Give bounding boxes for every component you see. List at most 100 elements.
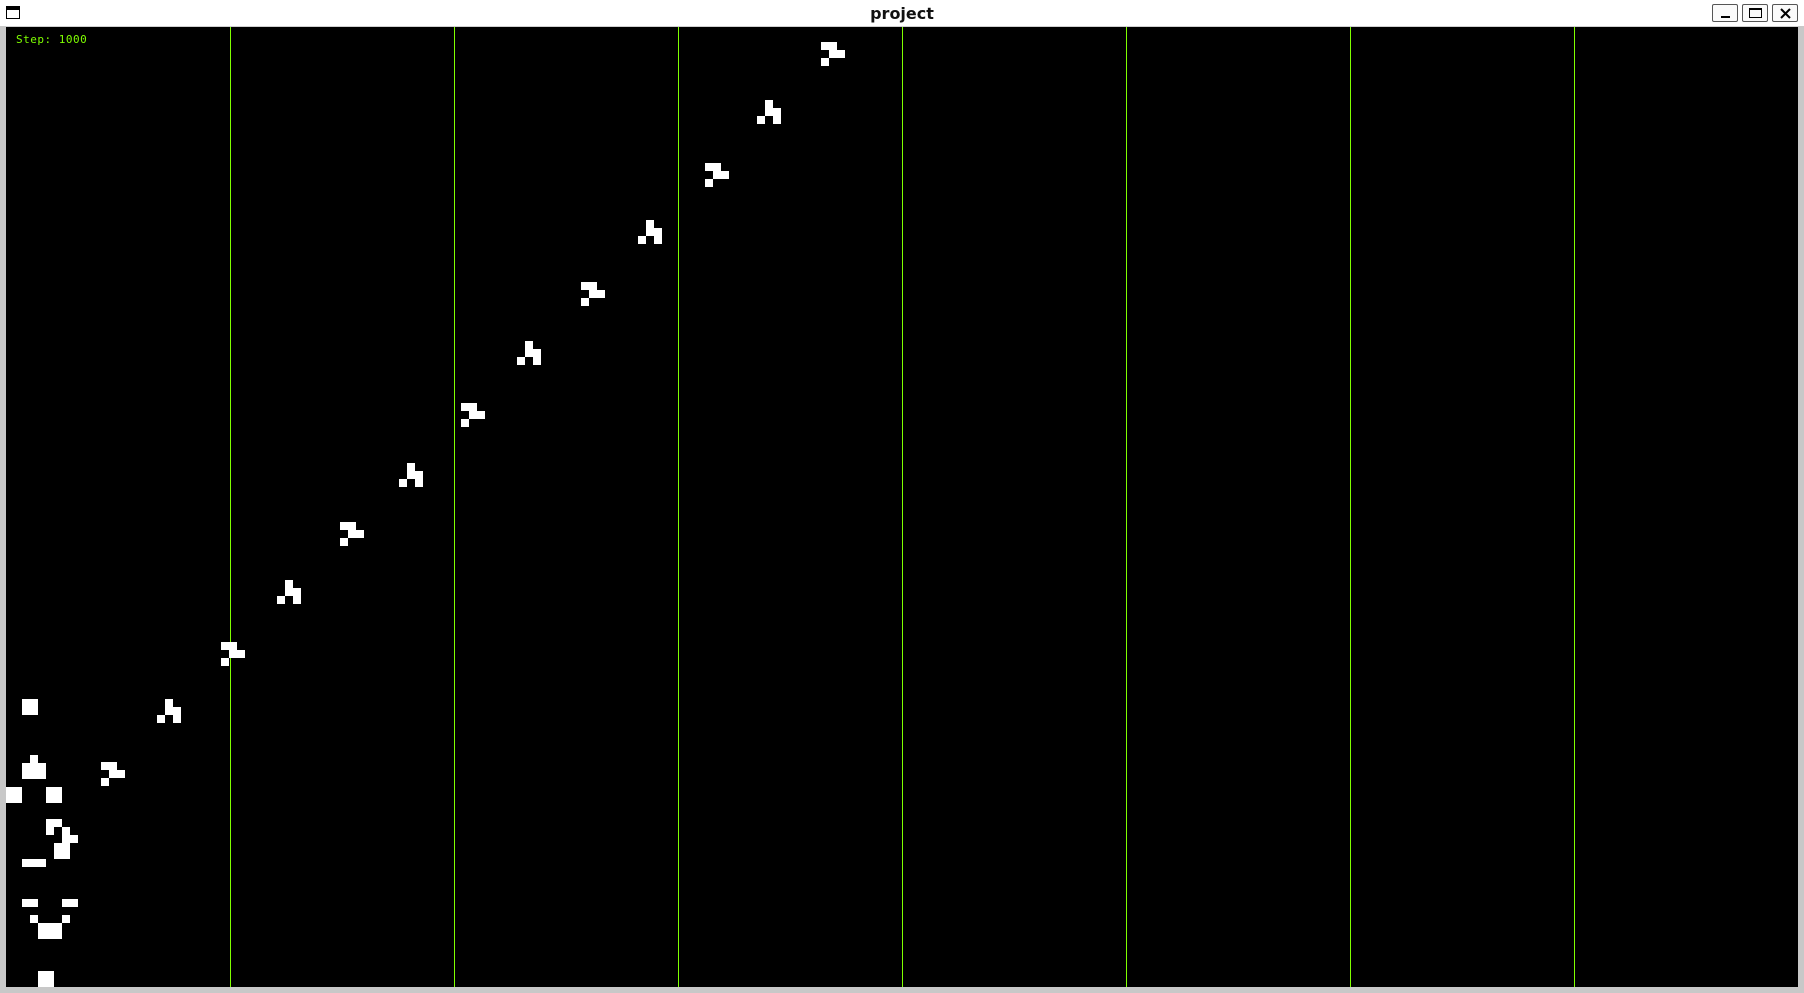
title-bar[interactable]: project xyxy=(0,0,1804,27)
live-cell xyxy=(348,530,356,538)
live-cell xyxy=(721,171,729,179)
live-cell xyxy=(157,715,165,723)
simulation-canvas[interactable]: Step: 1000 xyxy=(6,27,1798,987)
close-icon xyxy=(1780,8,1791,19)
live-cell xyxy=(62,899,78,907)
live-cell xyxy=(461,419,469,427)
live-cell xyxy=(757,116,765,124)
live-cell xyxy=(533,349,541,357)
live-cell xyxy=(277,596,285,604)
live-cell xyxy=(293,596,301,604)
minimize-button[interactable] xyxy=(1712,4,1738,22)
glider xyxy=(638,220,662,244)
glider xyxy=(221,642,245,666)
live-cell xyxy=(517,357,525,365)
live-cell xyxy=(837,50,845,58)
live-cell xyxy=(829,50,837,58)
glider xyxy=(277,580,301,604)
live-cell xyxy=(117,770,125,778)
live-cell xyxy=(30,755,38,763)
live-cell xyxy=(829,42,837,50)
live-cell xyxy=(62,827,70,835)
live-cell xyxy=(765,100,773,108)
live-cell xyxy=(638,236,646,244)
live-cell xyxy=(469,403,477,411)
live-cell xyxy=(30,915,38,923)
live-cell xyxy=(237,650,245,658)
live-cell xyxy=(654,228,662,236)
live-cell xyxy=(477,411,485,419)
step-counter: Step: 1000 xyxy=(16,33,88,46)
app-window: project Step: 1000 xyxy=(0,0,1804,993)
live-cell xyxy=(229,642,237,650)
glider xyxy=(581,282,605,306)
live-cell xyxy=(773,108,781,116)
live-cell xyxy=(589,282,597,290)
live-cell xyxy=(581,282,589,290)
live-cell xyxy=(399,479,407,487)
live-cell xyxy=(713,163,721,171)
live-cell xyxy=(38,923,62,939)
live-cell xyxy=(525,341,533,349)
live-cell xyxy=(773,116,781,124)
glider xyxy=(757,100,781,124)
live-cell xyxy=(589,290,597,298)
glider xyxy=(340,522,364,546)
live-cell xyxy=(101,762,109,770)
live-cell xyxy=(646,220,654,228)
glider xyxy=(399,463,423,487)
window-frame-right xyxy=(1798,26,1804,993)
glider xyxy=(101,762,125,786)
live-cell xyxy=(525,349,533,357)
live-cell xyxy=(597,290,605,298)
live-cell xyxy=(109,762,117,770)
live-cell xyxy=(38,971,54,987)
live-cell xyxy=(407,471,415,479)
live-cell xyxy=(293,588,301,596)
live-cell xyxy=(22,699,38,715)
glider xyxy=(821,42,845,66)
live-cell xyxy=(62,835,78,843)
glider xyxy=(157,699,181,723)
live-cell xyxy=(62,915,70,923)
live-cell xyxy=(46,787,62,803)
live-cell xyxy=(356,530,364,538)
live-cell xyxy=(765,108,773,116)
live-cell xyxy=(415,479,423,487)
live-cell xyxy=(173,707,181,715)
live-cell xyxy=(654,236,662,244)
live-cell xyxy=(6,787,22,803)
live-cell xyxy=(461,403,469,411)
live-cell xyxy=(713,171,721,179)
live-cell xyxy=(646,228,654,236)
live-cell xyxy=(46,819,62,827)
live-cell xyxy=(705,163,713,171)
window-frame-bottom xyxy=(0,987,1804,993)
live-cell xyxy=(415,471,423,479)
live-cell xyxy=(533,357,541,365)
live-cell xyxy=(340,522,348,530)
close-button[interactable] xyxy=(1772,4,1798,22)
live-cell xyxy=(229,650,237,658)
live-cell xyxy=(101,778,109,786)
live-cell xyxy=(340,538,348,546)
live-cell xyxy=(165,707,173,715)
live-cell xyxy=(221,642,229,650)
live-cell xyxy=(469,411,477,419)
live-cell xyxy=(22,859,46,867)
live-cell xyxy=(285,588,293,596)
live-cell xyxy=(173,715,181,723)
cell-grid xyxy=(6,27,1575,987)
live-cell xyxy=(581,298,589,306)
live-cell xyxy=(821,42,829,50)
live-cell xyxy=(705,179,713,187)
live-cell xyxy=(821,58,829,66)
glider xyxy=(461,403,485,427)
live-cell xyxy=(165,699,173,707)
glider xyxy=(517,341,541,365)
live-cell xyxy=(54,843,70,859)
maximize-button[interactable] xyxy=(1742,4,1768,22)
live-cell xyxy=(407,463,415,471)
live-cell xyxy=(22,899,38,907)
live-cell xyxy=(348,522,356,530)
